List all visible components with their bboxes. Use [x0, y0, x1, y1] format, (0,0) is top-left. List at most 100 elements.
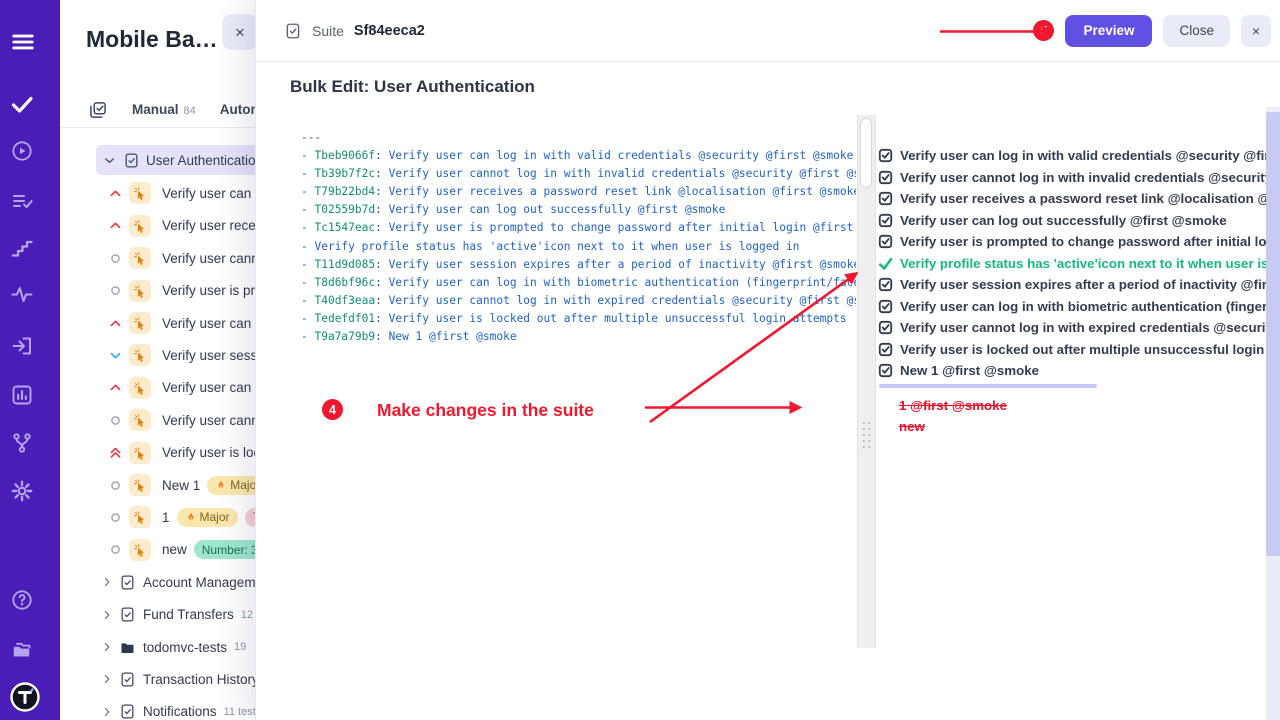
chev-down-icon: [102, 153, 117, 168]
suite-count: 12: [241, 609, 253, 621]
editor-line: - T40df3eaa: Verify user cannot log in w…: [301, 292, 856, 310]
rail-pulse-button[interactable]: [10, 279, 50, 309]
editor-scrollbar[interactable]: [857, 115, 876, 648]
rail-play-button[interactable]: [10, 136, 50, 166]
preview-pane: Verify user can log in with valid creden…: [878, 115, 1268, 720]
checkbox-icon: [878, 320, 893, 335]
tree-suite-selected[interactable]: User Authentication: [96, 145, 255, 175]
preview-button[interactable]: Preview: [1065, 15, 1152, 47]
tree-test-row[interactable]: Verify user is prompted to change passwo…: [60, 275, 255, 307]
removed-item: 1 @first @smoke: [899, 395, 1268, 416]
tree-test-row[interactable]: Verify user can log in with valid creden…: [60, 177, 255, 209]
preview-item: Verify user can log in with biometric au…: [878, 296, 1268, 318]
tree-test-row[interactable]: newNumber: 3: [60, 534, 255, 566]
editor-scrollbar-thumb[interactable]: [860, 118, 872, 188]
preview-item: Verify user can log out successfully @fi…: [878, 210, 1268, 232]
preview-scrollbar[interactable]: [1266, 107, 1280, 720]
manual-test-icon: [129, 506, 151, 528]
pointer-icon: [132, 380, 148, 396]
rail-gear-button[interactable]: [10, 476, 50, 506]
test-label: New 1: [162, 478, 200, 493]
test-label: Verify user can log in with biometric au…: [162, 380, 255, 395]
tree-test-row[interactable]: Verify user can log in with biometric au…: [60, 372, 255, 404]
rail-branch-button[interactable]: [10, 428, 50, 458]
manual-test-icon: [129, 215, 151, 237]
editor-line: - Verify profile status has 'active'icon…: [301, 238, 856, 256]
bar-chart-icon: [10, 383, 34, 407]
tree-test-row[interactable]: Verify user session expires after a peri…: [60, 339, 255, 371]
help-icon: [10, 588, 34, 612]
chev-right-icon: [100, 672, 114, 686]
prio-critical-icon: [108, 445, 123, 460]
tree-test-row[interactable]: Verify user can log out successfully: [60, 307, 255, 339]
preview-scrollbar-thumb[interactable]: [1266, 112, 1280, 556]
manual-test-icon: [129, 182, 151, 204]
prio-low-icon: [108, 348, 123, 363]
preview-item-text: Verify user session expires after a peri…: [900, 277, 1268, 292]
manual-test-icon: [129, 539, 151, 561]
pointer-icon: [132, 509, 148, 525]
suite-doc-icon: [123, 152, 140, 169]
pointer-icon: [132, 250, 148, 266]
tree-suite-row[interactable]: Account Management: [60, 566, 255, 598]
chev-right-icon: [100, 575, 114, 589]
test-label: Verify user is locked out after multiple: [162, 445, 255, 460]
tree-suite-row[interactable]: todomvc-tests19: [60, 631, 255, 663]
suite-doc-icon: [119, 574, 136, 591]
suite-label: Notifications: [143, 704, 217, 719]
rail-check-button[interactable]: [10, 89, 50, 119]
tree-test-row[interactable]: Verify user receives a password reset li…: [60, 210, 255, 242]
rail-login-button[interactable]: [10, 331, 50, 361]
preview-item-text: New 1 @first @smoke: [900, 363, 1039, 378]
prio-normal-icon: [108, 510, 123, 525]
pointer-icon: [132, 185, 148, 201]
flame-icon: [215, 479, 227, 491]
rail-help-button[interactable]: [10, 585, 50, 615]
pointer-icon: [132, 542, 148, 558]
prio-normal-icon: [108, 283, 123, 298]
manual-test-icon: [129, 474, 151, 496]
editor-line: - T9a7a79b9: New 1 @first @smoke: [301, 328, 856, 346]
tree-test-row[interactable]: Verify user is locked out after multiple: [60, 437, 255, 469]
rail-folders-button[interactable]: [10, 635, 50, 665]
editor-line: - Tb39b7f2c: Verify user cannot log in w…: [301, 165, 856, 183]
manual-test-icon: [129, 442, 151, 464]
user-avatar[interactable]: [9, 681, 41, 713]
modal-x-button[interactable]: ×: [1241, 15, 1271, 47]
editor-line: - T11d9d085: Verify user session expires…: [301, 256, 856, 274]
preview-item: Verify user receives a password reset li…: [878, 188, 1268, 210]
pointer-icon: [132, 218, 148, 234]
rail-steps-button[interactable]: [10, 233, 50, 263]
tree-suite-row[interactable]: Notifications 11 tests: [60, 696, 255, 720]
rail-list-check-button[interactable]: [10, 186, 50, 216]
green-check-icon: [878, 256, 893, 271]
rail-bar-chart-button[interactable]: [10, 380, 50, 410]
tree-test-row[interactable]: 1MajorTodo: [60, 501, 255, 533]
suite-label: Fund Transfers: [143, 607, 234, 622]
close-button[interactable]: Close: [1163, 15, 1230, 47]
test-label: Verify user receives a password reset li…: [162, 218, 255, 233]
tree-suite-row[interactable]: Fund Transfers 12: [60, 599, 255, 631]
pane-resize-handle[interactable]: [861, 420, 873, 450]
menu-icon: [10, 29, 36, 55]
suite-label: Transaction History: [143, 672, 255, 687]
tree-test-row[interactable]: Verify user cannot log in with expired c…: [60, 404, 255, 436]
checkbox-icon: [878, 234, 893, 249]
test-tree: User AuthenticationVerify user can log i…: [60, 0, 255, 720]
branch-icon: [10, 431, 34, 455]
preview-item-text: Verify profile status has 'active'icon n…: [900, 256, 1268, 271]
suite-doc-icon: [284, 22, 302, 40]
rail-menu-button[interactable]: [10, 27, 50, 57]
checkbox-icon: [878, 342, 893, 357]
tree-test-row[interactable]: New 1Major: [60, 469, 255, 501]
tree-test-row[interactable]: Verify user cannot log in with invalid c…: [60, 242, 255, 274]
tree-suite-row[interactable]: Transaction History: [60, 663, 255, 695]
suite-id: Sf84eeca2: [354, 23, 425, 39]
yaml-editor[interactable]: ---- Tbeb9066f: Verify user can log in w…: [301, 129, 856, 669]
chev-right-icon: [100, 608, 114, 622]
test-label: new: [162, 542, 187, 557]
preview-item: Verify user is prompted to change passwo…: [878, 231, 1268, 253]
test-label: Verify user cannot log in with invalid c…: [162, 251, 255, 266]
sidebar-rail: [0, 0, 60, 720]
suite-count: 11 tests: [224, 706, 255, 718]
